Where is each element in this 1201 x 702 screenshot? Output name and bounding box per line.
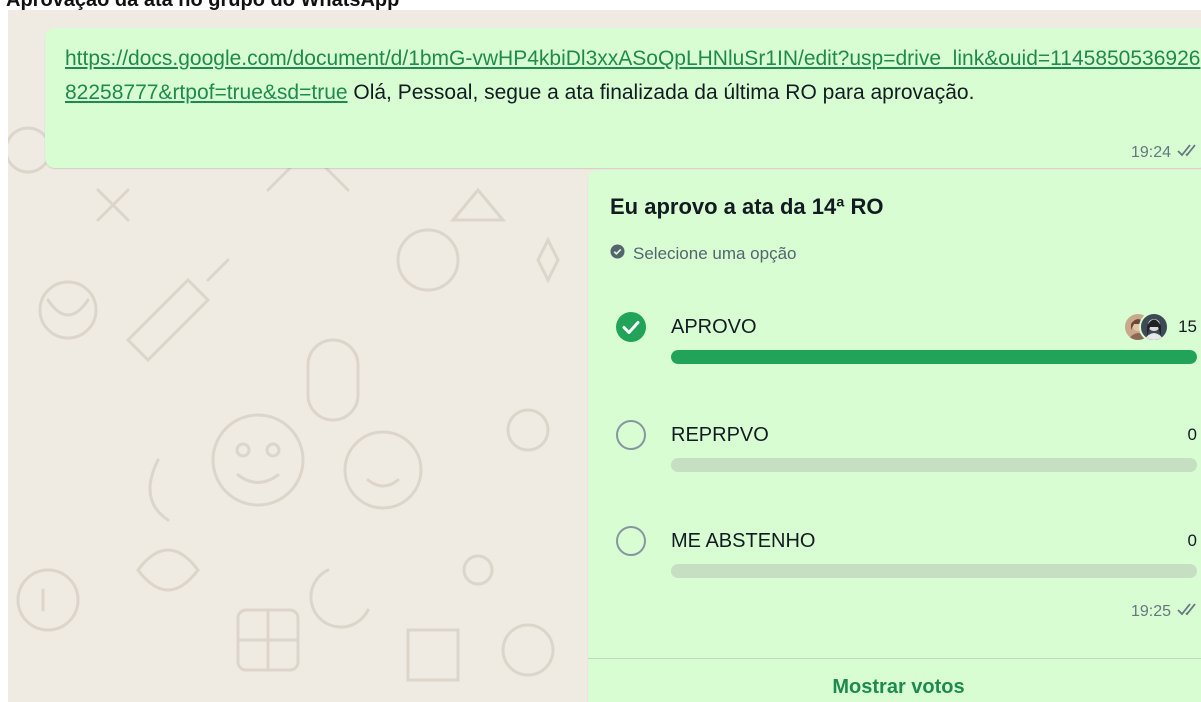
option-progress-fill bbox=[671, 350, 1197, 364]
option-label: APROVO bbox=[671, 316, 757, 338]
message-body: Olá, Pessoal, segue a ata finalizada da … bbox=[347, 81, 975, 104]
checkmark-icon bbox=[622, 321, 640, 334]
poll-bubble: Eu aprovo a ata da 14ª RO Selecione uma … bbox=[588, 170, 1201, 702]
poll-time: 19:25 bbox=[1130, 602, 1171, 620]
check-circle-icon bbox=[610, 244, 625, 264]
option-label: ME ABSTENHO bbox=[671, 530, 816, 552]
option-progress-track bbox=[671, 564, 1197, 578]
show-votes-button[interactable]: Mostrar votos bbox=[588, 659, 1201, 702]
poll-question: Eu aprovo a ata da 14ª RO bbox=[610, 194, 884, 219]
option-progress-track bbox=[671, 458, 1197, 472]
option-vote-count: 0 bbox=[1187, 531, 1197, 550]
message-meta: 19:24 bbox=[1131, 143, 1199, 162]
poll-instruction-text: Selecione uma opção bbox=[633, 244, 797, 263]
poll-instruction: Selecione uma opção bbox=[610, 244, 797, 264]
double-check-icon bbox=[1177, 143, 1199, 162]
option-checkbox[interactable] bbox=[616, 420, 646, 450]
option-checkbox[interactable] bbox=[616, 526, 646, 556]
option-progress-track bbox=[671, 350, 1197, 364]
option-checkbox-checked[interactable] bbox=[616, 312, 646, 342]
poll-option-aprovo[interactable]: APROVO 15 bbox=[588, 312, 1201, 382]
poll-meta: 19:25 bbox=[1131, 602, 1199, 621]
message-bubble: https://docs.google.com/document/d/1bmG-… bbox=[45, 28, 1201, 168]
voter-avatars[interactable] bbox=[1123, 312, 1169, 342]
message-time: 19:24 bbox=[1130, 143, 1171, 161]
option-label: REPRPVO bbox=[671, 424, 769, 446]
chat-background: https://docs.google.com/document/d/1bmG-… bbox=[8, 10, 1201, 702]
double-check-icon bbox=[1177, 602, 1199, 621]
poll-option-me-abstenho[interactable]: ME ABSTENHO 0 bbox=[588, 526, 1201, 596]
poll-option-reprpvo[interactable]: REPRPVO 0 bbox=[588, 420, 1201, 490]
avatar bbox=[1139, 312, 1169, 342]
option-vote-count: 15 bbox=[1178, 317, 1197, 336]
message-text: https://docs.google.com/document/d/1bmG-… bbox=[65, 42, 1201, 110]
option-vote-count: 0 bbox=[1187, 425, 1197, 444]
